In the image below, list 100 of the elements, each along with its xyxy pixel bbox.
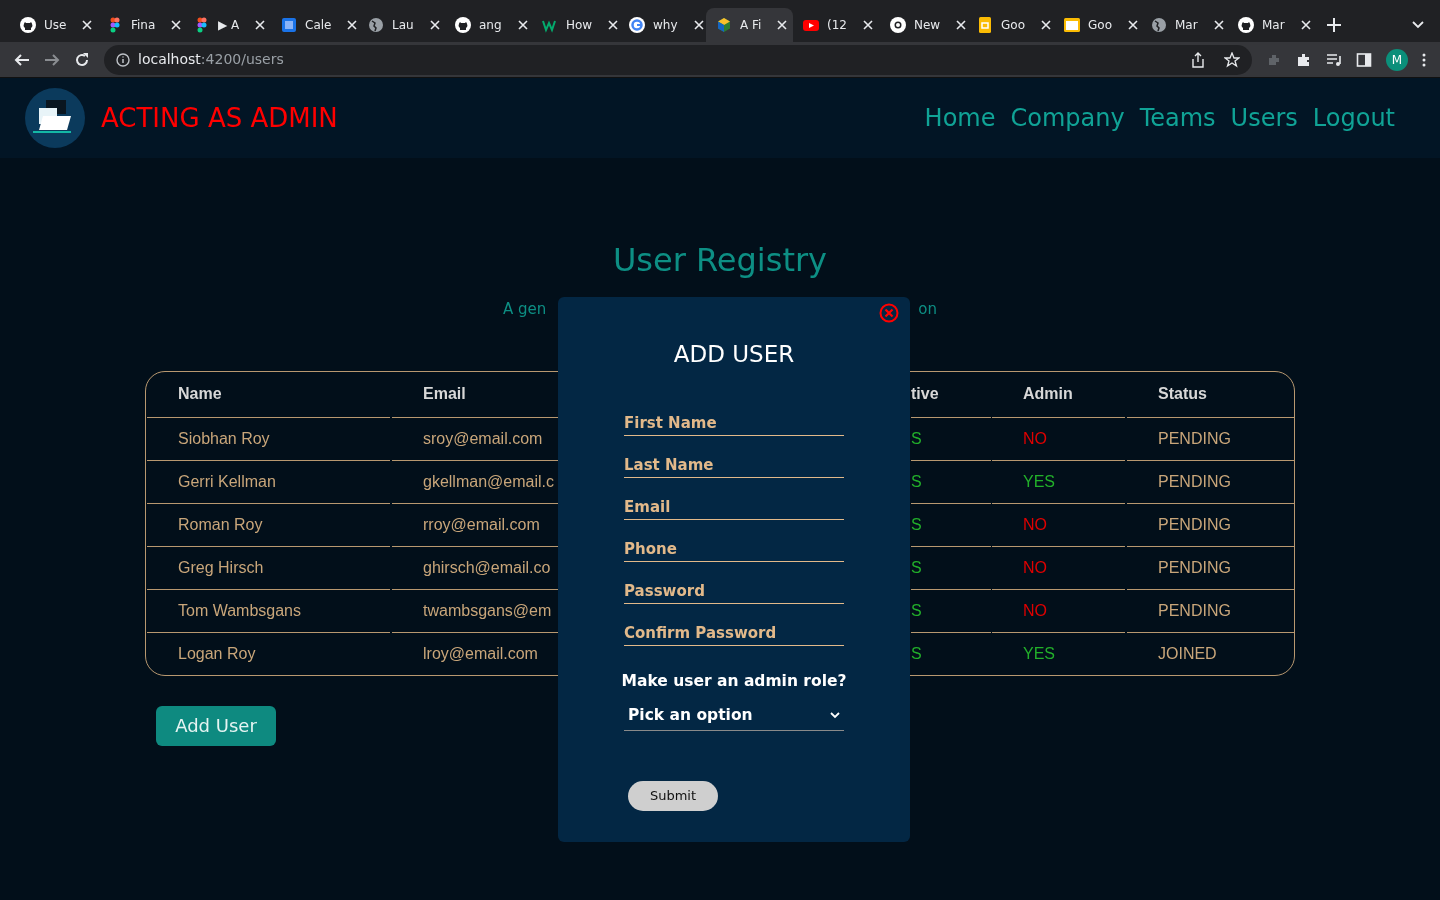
column-header: Status	[1157, 384, 1208, 404]
info-icon	[116, 52, 130, 67]
tab-title: why	[653, 17, 678, 34]
table-cell-text: YES	[1022, 643, 1055, 664]
url-text: localhost:4200/users	[138, 50, 285, 69]
address-bar[interactable]: localhost:4200/users	[104, 44, 1252, 75]
github-icon	[455, 17, 471, 33]
side-panel-icon[interactable]	[1356, 51, 1372, 68]
add-user-button[interactable]: Add User	[156, 705, 276, 746]
browser-tab[interactable]: ▶ A	[184, 8, 271, 42]
column-header: Admin	[1022, 384, 1074, 404]
nav-link[interactable]: Logout	[1312, 100, 1395, 136]
tab-title: (12	[827, 17, 847, 34]
table-cell-text: PENDING	[1157, 471, 1231, 492]
table-cell-text: ghirsch@email.co	[422, 557, 551, 578]
table-cell-text: S	[911, 557, 922, 578]
folder-logo-icon	[25, 88, 85, 148]
browser-tab[interactable]: Lau	[358, 8, 445, 42]
browser-tab[interactable]: New	[880, 8, 967, 42]
back-icon[interactable]	[14, 51, 30, 68]
table-cell-text: PENDING	[1157, 600, 1231, 621]
table-cell-text: NO	[1022, 428, 1047, 449]
tab-title: A Fi	[740, 17, 762, 34]
browser-tab[interactable]: (12	[793, 8, 880, 42]
globe-icon	[368, 17, 384, 33]
input-field[interactable]: Email	[624, 495, 844, 520]
cube-logo-icon	[716, 17, 732, 33]
option-select[interactable]: Pick an option	[624, 700, 844, 731]
star-icon[interactable]	[1224, 51, 1240, 68]
slides-icon	[977, 17, 993, 33]
sheet-icon	[1064, 17, 1080, 33]
table-cell-text: lroy@email.com	[422, 643, 538, 664]
puzzle-icon[interactable]	[1296, 51, 1312, 68]
table-cell-text: JOINED	[1157, 643, 1217, 664]
input-field[interactable]: Confirm Password	[624, 621, 844, 646]
profile-avatar[interactable]: M	[1386, 48, 1408, 71]
input-field[interactable]: Last Name	[624, 453, 844, 478]
tab-title: Fina	[131, 17, 156, 34]
calendar-icon	[281, 17, 297, 33]
table-cell-text: Logan Roy	[177, 643, 256, 664]
table-cell-text: Greg Hirsch	[177, 557, 264, 578]
browser-tab[interactable]: Mar	[1228, 8, 1315, 42]
more-icon[interactable]	[1422, 52, 1426, 67]
input-field[interactable]: Phone	[624, 537, 844, 562]
tab-title: Goo	[1088, 17, 1112, 34]
nav-link[interactable]: Teams	[1139, 100, 1216, 136]
submit-button[interactable]: Submit	[628, 780, 718, 811]
table-cell-text: NO	[1022, 600, 1047, 621]
browser-tab[interactable]: ang	[445, 8, 532, 42]
table-cell-text: Gerri Kellman	[177, 471, 276, 492]
tab-title: Goo	[1001, 17, 1025, 34]
browser-tab[interactable]: Cale	[271, 8, 358, 42]
browser-tab[interactable]: Goo	[967, 8, 1054, 42]
table-cell-text: Roman Roy	[177, 514, 263, 535]
table-cell-text: PENDING	[1157, 514, 1231, 535]
browser-tab[interactable]: Mar	[1141, 8, 1228, 42]
table-cell-text: S	[911, 600, 922, 621]
nav-link[interactable]: Home	[924, 100, 996, 136]
table-cell-text: S	[911, 471, 922, 492]
browser-tab[interactable]: Use	[10, 8, 97, 42]
google-logo-icon	[629, 17, 645, 33]
chevron-down-icon[interactable]	[1412, 19, 1424, 31]
tab-title: Lau	[392, 17, 414, 34]
nav-link[interactable]: Users	[1230, 100, 1298, 136]
input-field[interactable]: First Name	[624, 411, 844, 436]
page-title: User Registry	[612, 240, 828, 281]
column-header: Email	[422, 384, 467, 404]
media-queue-icon[interactable]	[1326, 51, 1342, 68]
table-cell-text: S	[911, 643, 922, 664]
browser-tab[interactable]: Goo	[1054, 8, 1141, 42]
input-field[interactable]: Password	[624, 579, 844, 604]
play-logo-icon	[803, 17, 819, 33]
tab-title: ▶ A	[218, 17, 240, 34]
admin-role-question: Make user an admin role?	[621, 670, 847, 692]
browser-tab[interactable]: How	[532, 8, 619, 42]
table-cell-text: S	[911, 428, 922, 449]
github-icon	[20, 17, 36, 33]
tab-title: Use	[44, 17, 67, 34]
table-cell-text: Siobhan Roy	[177, 428, 270, 449]
table-cell-text: YES	[1022, 471, 1055, 492]
dialog-title: ADD USER	[673, 340, 795, 369]
column-header: tive	[911, 384, 940, 404]
tab-title: Mar	[1262, 17, 1285, 34]
nav-link[interactable]: Company	[1010, 100, 1125, 136]
table-cell-text: NO	[1022, 514, 1047, 535]
share-icon[interactable]	[1190, 51, 1206, 68]
reload-icon[interactable]	[74, 51, 90, 68]
subtitle-text: A gen	[503, 299, 547, 320]
forward-icon[interactable]	[44, 51, 60, 68]
tab-title: How	[566, 17, 593, 34]
table-cell-text: gkellman@email.c	[422, 471, 554, 492]
browser-tab[interactable]: A Fi	[706, 8, 793, 42]
new-tab-icon[interactable]	[1327, 18, 1341, 32]
tab-title: New	[914, 17, 941, 34]
browser-tab[interactable]: Fina	[97, 8, 184, 42]
tab-title: Mar	[1175, 17, 1198, 34]
tab-title: Cale	[305, 17, 332, 34]
globe-icon	[1151, 17, 1167, 33]
browser-tab[interactable]: why	[619, 8, 706, 42]
table-cell-text: PENDING	[1157, 428, 1231, 449]
